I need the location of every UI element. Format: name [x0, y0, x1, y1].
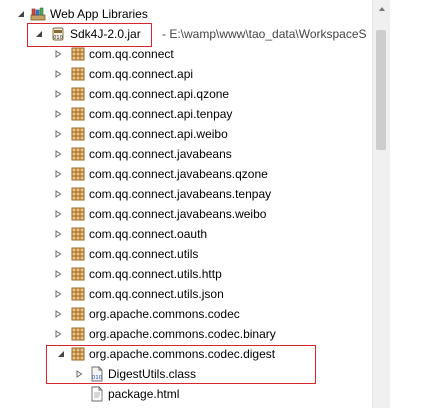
tree-item-label: org.apache.commons.codec: [89, 307, 240, 321]
tree-item-html-file[interactable]: package.html: [0, 384, 372, 404]
tree-item-package[interactable]: com.qq.connect.javabeans: [0, 144, 372, 164]
tree-item-label: com.qq.connect.api.weibo: [89, 127, 228, 141]
tree-item-label: package.html: [108, 387, 180, 401]
package-icon: [70, 46, 86, 62]
tree-item-package[interactable]: org.apache.commons.codec: [0, 304, 372, 324]
tree-item-package[interactable]: org.apache.commons.codec.binary: [0, 324, 372, 344]
tree-item-package[interactable]: com.qq.connect.javabeans.tenpay: [0, 184, 372, 204]
tree-item-label: com.qq.connect: [89, 47, 174, 61]
collapsed-arrow-icon[interactable]: [53, 229, 63, 239]
tree-item-label: org.apache.commons.codec.binary: [89, 327, 276, 341]
package-icon: [70, 326, 86, 342]
class-file-icon: 010: [89, 366, 105, 382]
expanded-arrow-icon[interactable]: [34, 29, 44, 39]
tree-item-web-app-libraries[interactable]: Web App Libraries: [0, 4, 372, 24]
package-icon: [70, 206, 86, 222]
tree-item-package[interactable]: com.qq.connect.javabeans.qzone: [0, 164, 372, 184]
tree-item-package[interactable]: com.qq.connect.api.qzone: [0, 84, 372, 104]
package-icon: [70, 226, 86, 242]
library-icon: [30, 6, 46, 22]
collapsed-arrow-icon[interactable]: [53, 129, 63, 139]
tree-item-package[interactable]: com.qq.connect.api.tenpay: [0, 104, 372, 124]
package-icon: [70, 346, 86, 362]
tree-item-label: org.apache.commons.codec.digest: [89, 347, 276, 361]
collapsed-arrow-icon[interactable]: [53, 89, 63, 99]
package-icon: [70, 246, 86, 262]
svg-text:010: 010: [53, 35, 63, 41]
scrollbar-thumb[interactable]: [376, 30, 386, 150]
package-icon: [70, 86, 86, 102]
collapsed-arrow-icon[interactable]: [53, 49, 63, 59]
package-icon: [70, 146, 86, 162]
jar-icon: 010: [50, 26, 66, 42]
package-icon: [70, 186, 86, 202]
package-icon: [70, 266, 86, 282]
package-icon: [70, 126, 86, 142]
tree-item-label: DigestUtils.class: [108, 367, 197, 381]
jar-path-text: - E:\wamp\www\tao_data\WorkspaceS: [162, 27, 367, 41]
tree-item-class-file[interactable]: 010 DigestUtils.class: [0, 364, 372, 384]
vertical-scrollbar[interactable]: [372, 0, 390, 408]
expanded-arrow-icon[interactable]: [56, 349, 66, 359]
tree-item-label: com.qq.connect.oauth: [89, 227, 208, 241]
tree-item-package[interactable]: com.qq.connect.javabeans.weibo: [0, 204, 372, 224]
tree-item-label: com.qq.connect.javabeans.weibo: [89, 207, 267, 221]
tree-item-label: com.qq.connect.utils.http: [89, 267, 222, 281]
collapsed-arrow-icon[interactable]: [53, 289, 63, 299]
tree-item-package[interactable]: com.qq.connect.oauth: [0, 224, 372, 244]
tree-item-label: Web App Libraries: [50, 7, 148, 21]
tree-item-expanded-package[interactable]: org.apache.commons.codec.digest: [0, 344, 372, 364]
tree-item-package[interactable]: com.qq.connect.api: [0, 64, 372, 84]
collapsed-arrow-icon[interactable]: [53, 189, 63, 199]
package-icon: [70, 286, 86, 302]
tree-item-label: com.qq.connect.javabeans.tenpay: [89, 187, 272, 201]
expanded-arrow-icon[interactable]: [16, 9, 26, 19]
tree-item-label: com.qq.connect.javabeans.qzone: [89, 167, 268, 181]
tree-item-package[interactable]: com.qq.connect.api.weibo: [0, 124, 372, 144]
tree-item-label: com.qq.connect.javabeans: [89, 147, 232, 161]
project-explorer-tree: Web App Libraries 010 Sdk4J-2.0.jar - E:…: [0, 0, 372, 408]
tree-item-package[interactable]: com.qq.connect.utils.json: [0, 284, 372, 304]
scroll-up-icon[interactable]: [373, 0, 390, 17]
svg-text:010: 010: [92, 375, 103, 381]
tree-item-package[interactable]: com.qq.connect: [0, 44, 372, 64]
collapsed-arrow-icon[interactable]: [53, 209, 63, 219]
collapsed-arrow-icon[interactable]: [53, 329, 63, 339]
html-file-icon: [89, 386, 105, 402]
tree-item-label: com.qq.connect.api.tenpay: [89, 107, 233, 121]
collapsed-arrow-icon[interactable]: [53, 269, 63, 279]
collapsed-arrow-icon[interactable]: [53, 109, 63, 119]
package-icon: [70, 66, 86, 82]
collapsed-arrow-icon[interactable]: [53, 249, 63, 259]
collapsed-arrow-icon[interactable]: [53, 309, 63, 319]
tree-item-label: com.qq.connect.utils.json: [89, 287, 224, 301]
tree-item-package[interactable]: com.qq.connect.utils.http: [0, 264, 372, 284]
tree-item-jar[interactable]: 010 Sdk4J-2.0.jar - E:\wamp\www\tao_data…: [0, 24, 372, 44]
tree-item-package[interactable]: com.qq.connect.utils: [0, 244, 372, 264]
collapsed-arrow-icon[interactable]: [53, 169, 63, 179]
collapsed-arrow-icon[interactable]: [53, 69, 63, 79]
tree-item-label: com.qq.connect.api.qzone: [89, 87, 230, 101]
tree-item-label: com.qq.connect.utils: [89, 247, 199, 261]
package-icon: [70, 166, 86, 182]
collapsed-arrow-icon[interactable]: [74, 369, 84, 379]
collapsed-arrow-icon[interactable]: [53, 149, 63, 159]
package-icon: [70, 106, 86, 122]
package-icon: [70, 306, 86, 322]
tree-item-label: Sdk4J-2.0.jar: [70, 27, 141, 41]
tree-item-label: com.qq.connect.api: [89, 67, 194, 81]
